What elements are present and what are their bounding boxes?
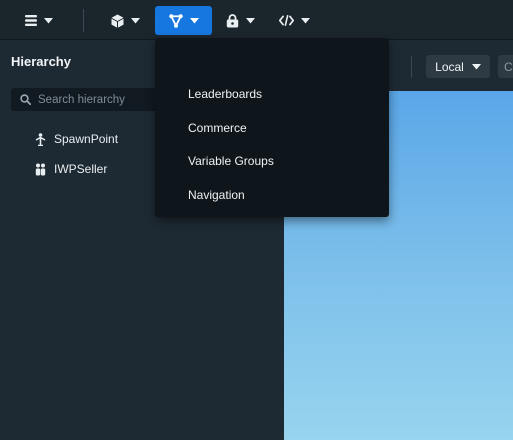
search-input[interactable]	[38, 93, 148, 106]
toolbar-divider	[411, 56, 412, 78]
menu-item-navigation[interactable]: Navigation	[188, 186, 245, 204]
menu-item-variable-groups[interactable]: Variable Groups	[188, 152, 274, 170]
search-icon	[20, 94, 31, 105]
chevron-down-icon	[189, 17, 199, 23]
space-mode-dropdown[interactable]: Local	[426, 55, 490, 78]
chevron-down-icon	[245, 17, 255, 23]
menu-item-commerce[interactable]: Commerce	[188, 119, 247, 137]
menu-item-leaderboards[interactable]: Leaderboards	[188, 85, 262, 103]
code-icon	[279, 15, 294, 26]
lock-bag-icon	[226, 13, 238, 27]
objects-menu-button[interactable]	[104, 6, 146, 35]
fork-branches-icon	[168, 13, 183, 28]
chevron-down-icon	[44, 17, 53, 23]
systems-dropdown-menu: Leaderboards Commerce Variable Groups Na…	[155, 38, 389, 217]
systems-menu-button[interactable]	[155, 6, 212, 35]
hierarchy-item-label: SpawnPoint	[54, 132, 119, 146]
chevron-down-icon	[130, 17, 140, 23]
hierarchy-title: Hierarchy	[11, 54, 71, 69]
seller-icon	[35, 163, 46, 175]
spawn-point-icon	[35, 132, 46, 146]
hierarchy-item-iwpseller[interactable]: IWPSeller	[35, 159, 107, 179]
hierarchy-search[interactable]	[11, 88, 171, 111]
assets-menu-button[interactable]	[219, 6, 261, 35]
cube-icon	[111, 14, 123, 28]
main-menu-button[interactable]	[18, 6, 60, 35]
chevron-down-icon	[301, 17, 310, 23]
next-dropdown-label: C	[504, 60, 513, 74]
top-toolbar	[0, 0, 513, 40]
hamburger-menu-icon	[25, 15, 37, 26]
hierarchy-item-label: IWPSeller	[54, 162, 108, 176]
toolbar-divider	[83, 9, 84, 32]
space-mode-label: Local	[435, 59, 464, 74]
hierarchy-item-spawnpoint[interactable]: SpawnPoint	[35, 129, 118, 149]
next-dropdown[interactable]: C	[498, 55, 513, 78]
scripts-menu-button[interactable]	[272, 6, 317, 35]
chevron-down-icon	[471, 63, 481, 69]
